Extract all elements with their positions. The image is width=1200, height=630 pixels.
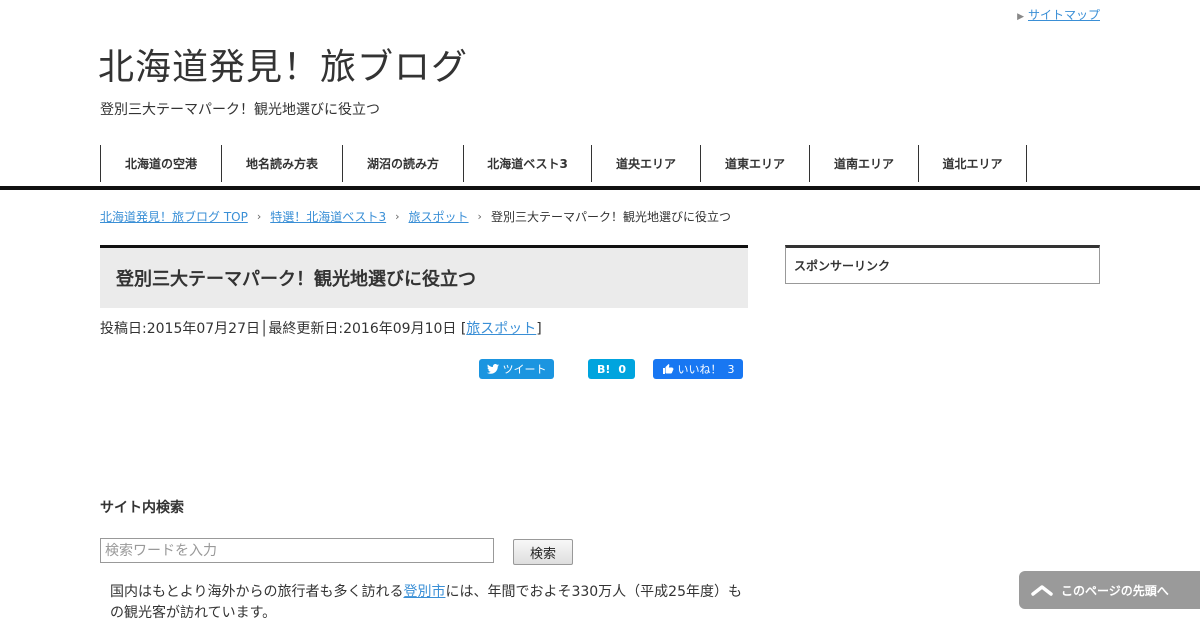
nav-item-label: 道央エリア bbox=[615, 157, 676, 171]
breadcrumb-best3-link[interactable]: 特選！北海道ベスト3 bbox=[270, 208, 386, 225]
nav-item-place-names[interactable]: 地名読み方表 bbox=[221, 145, 342, 182]
hatena-bookmark-button[interactable]: B! 0 bbox=[588, 359, 635, 379]
search-input[interactable] bbox=[100, 538, 494, 563]
nav-item-label: 湖沼の読み方 bbox=[366, 157, 439, 171]
nav-item-north[interactable]: 道北エリア bbox=[918, 145, 1027, 182]
nav-item-label: 道東エリア bbox=[724, 157, 785, 171]
nav-item-label: 地名読み方表 bbox=[245, 157, 318, 171]
article-paragraph: 国内はもとより海外からの旅行者も多く訪れる登別市には、年間でおよそ330万人（平… bbox=[110, 582, 748, 624]
tweet-button[interactable]: ツイート bbox=[479, 359, 554, 379]
breadcrumb: 北海道発見！旅ブログ TOP › 特選！北海道ベスト3 › 旅スポット › 登別… bbox=[100, 208, 731, 225]
nav-item-label: 道南エリア bbox=[833, 157, 894, 171]
breadcrumb-home-link[interactable]: 北海道発見！旅ブログ TOP bbox=[100, 208, 248, 225]
sitemap-link-wrapper: ▶ サイトマップ bbox=[1017, 6, 1100, 23]
search-button[interactable]: 検索 bbox=[513, 539, 573, 565]
nav-item-best3[interactable]: 北海道ベスト3 bbox=[463, 145, 591, 182]
hatena-icon: B! bbox=[596, 362, 611, 376]
chevron-right-icon: › bbox=[395, 210, 400, 223]
nav-item-east[interactable]: 道東エリア bbox=[700, 145, 809, 182]
nav-item-airports[interactable]: 北海道の空港 bbox=[100, 145, 221, 182]
site-tagline: 登別三大テーマパーク！観光地選びに役立つ bbox=[100, 102, 380, 118]
nav-item-label: 北海道の空港 bbox=[124, 157, 197, 171]
post-dates: 投稿日:2015年07月27日│最終更新日:2016年09月10日 [ bbox=[100, 321, 467, 337]
post-meta-suffix: ] bbox=[536, 321, 542, 337]
nav-item-label: 道北エリア bbox=[942, 157, 1003, 171]
sidebar-sponsor-title: スポンサーリンク bbox=[794, 259, 891, 273]
site-title[interactable]: 北海道発見！旅ブログ bbox=[98, 38, 468, 90]
facebook-like-button[interactable]: いいね！ 3 bbox=[653, 359, 743, 379]
chevron-up-icon bbox=[1031, 585, 1053, 596]
post-category-link[interactable]: 旅スポット bbox=[466, 321, 536, 337]
breadcrumb-spots-link[interactable]: 旅スポット bbox=[409, 208, 469, 225]
nav-item-south[interactable]: 道南エリア bbox=[809, 145, 918, 182]
nav-item-central[interactable]: 道央エリア bbox=[591, 145, 700, 182]
triangle-right-icon: ▶ bbox=[1017, 12, 1024, 22]
back-to-top-label: このページの先頭へ bbox=[1061, 583, 1169, 598]
search-heading: サイト内検索 bbox=[100, 500, 184, 516]
tweet-label: ツイート bbox=[502, 363, 547, 376]
back-to-top-button[interactable]: このページの先頭へ bbox=[1019, 571, 1200, 609]
sitemap-link[interactable]: サイトマップ bbox=[1028, 8, 1100, 22]
thumbs-up-icon bbox=[662, 364, 673, 374]
post-meta: 投稿日:2015年07月27日│最終更新日:2016年09月10日 [旅スポット… bbox=[100, 318, 542, 338]
breadcrumb-current: 登別三大テーマパーク！観光地選びに役立つ bbox=[490, 210, 731, 224]
chevron-right-icon: › bbox=[256, 210, 262, 223]
sidebar-sponsor-box: スポンサーリンク bbox=[785, 245, 1100, 284]
chevron-right-icon: › bbox=[477, 210, 482, 223]
noboribetsu-link[interactable]: 登別市 bbox=[403, 584, 445, 600]
nav-item-lakes[interactable]: 湖沼の読み方 bbox=[342, 145, 463, 182]
global-nav: 北海道の空港 地名読み方表 湖沼の読み方 北海道ベスト3 道央エリア 道東エリア… bbox=[100, 145, 1027, 182]
facebook-like-count: 3 bbox=[727, 362, 735, 376]
paragraph-text-before: 国内はもとより海外からの旅行者も多く訪れる bbox=[110, 584, 404, 600]
facebook-like-label: いいね！ bbox=[677, 363, 722, 376]
post-title: 登別三大テーマパーク！観光地選びに役立つ bbox=[116, 269, 476, 290]
twitter-bird-icon bbox=[486, 364, 499, 374]
post-title-box: 登別三大テーマパーク！観光地選びに役立つ bbox=[100, 245, 748, 308]
nav-divider bbox=[0, 186, 1200, 190]
hatena-count: 0 bbox=[618, 362, 627, 376]
nav-item-label: 北海道ベスト3 bbox=[487, 157, 568, 171]
